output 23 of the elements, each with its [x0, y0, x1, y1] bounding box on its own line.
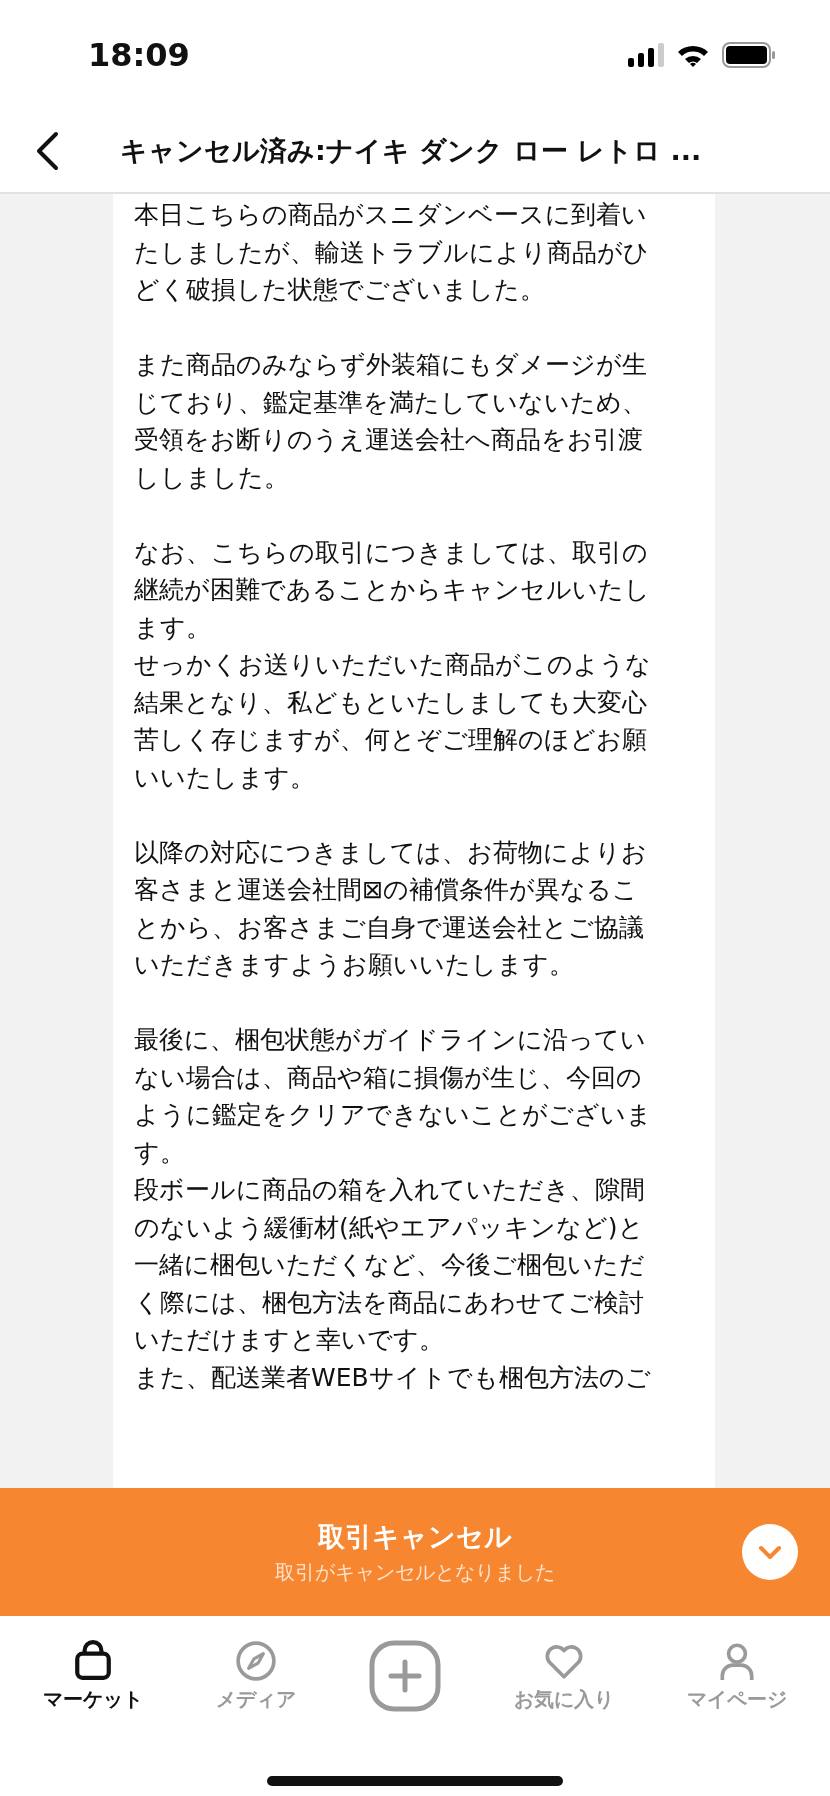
message-paragraph: 段ボールに商品の箱を入れていただき、隙間 のないよう緩衝材(紙やエアパッキンなど)と 一緒に梱包いただくなど、今後ご梱包いただ く際には、梱包方法を商品にあわせてご検討 いただけますと幸いです。 — [134, 1174, 645, 1356]
tab-item[interactable]: お気に入り — [514, 1639, 615, 1713]
add-button[interactable] — [368, 1640, 441, 1712]
signal-icon — [628, 43, 664, 67]
compass-icon — [234, 1639, 277, 1682]
message-paragraph: また商品のみならず外装箱にもダメージが生 じており、鑑定基準を満たしていないため、 受領をお断りのうえ運送会社へ商品をお引渡 ししました。 — [134, 349, 647, 494]
chevron-down-icon[interactable] — [742, 1524, 798, 1580]
wifi-icon — [676, 43, 710, 67]
message-paragraph: 最後に、梱包状態がガイドラインに沿ってい ない場合は、商品や箱に損傷が生じ、今回の ように鑑定をクリアできないことがございま す。 — [134, 1024, 652, 1169]
message-paragraph: せっかくお送りいただいた商品がこのような 結果となり、私どもといたしましても大変心 苦しく存じますが、何とぞご理解のほどお願 いいたします。 — [134, 649, 651, 794]
message-paragraph: また、配送業者WEBサイトでも梱包方法のご — [134, 1361, 651, 1394]
tab-item[interactable]: マーケット — [42, 1639, 143, 1713]
status-time: 18:09 — [88, 36, 190, 74]
tab-item[interactable]: マイページ — [687, 1639, 788, 1713]
battery-icon — [722, 42, 776, 68]
banner-subtitle: 取引がキャンセルとなりました — [275, 1558, 555, 1586]
message-paragraph: 本日こちらの商品がスニダンベースに到着い たしましたが、輸送トラブルにより商品がひ どく破損した状態でございました。 — [134, 199, 649, 306]
tab-item[interactable]: メディア — [215, 1639, 296, 1713]
banner-title: 取引キャンセル — [318, 1519, 512, 1554]
back-icon[interactable] — [34, 131, 60, 171]
message-paragraph: 以降の対応につきましては、お荷物によりお 客さまと運送会社間⊠の補償条件が異なるこ とから、お客さまご自身で運送会社とご協議 いただきますようお願いいたします。 — [134, 836, 647, 981]
page-title: キャンセル済み:ナイキ ダンク ロー レトロ ... — [120, 134, 702, 168]
message-paragraph: なお、こちらの取引につきましては、取引の 継続が困難であることからキャンセルいたし ます。 — [134, 536, 650, 644]
